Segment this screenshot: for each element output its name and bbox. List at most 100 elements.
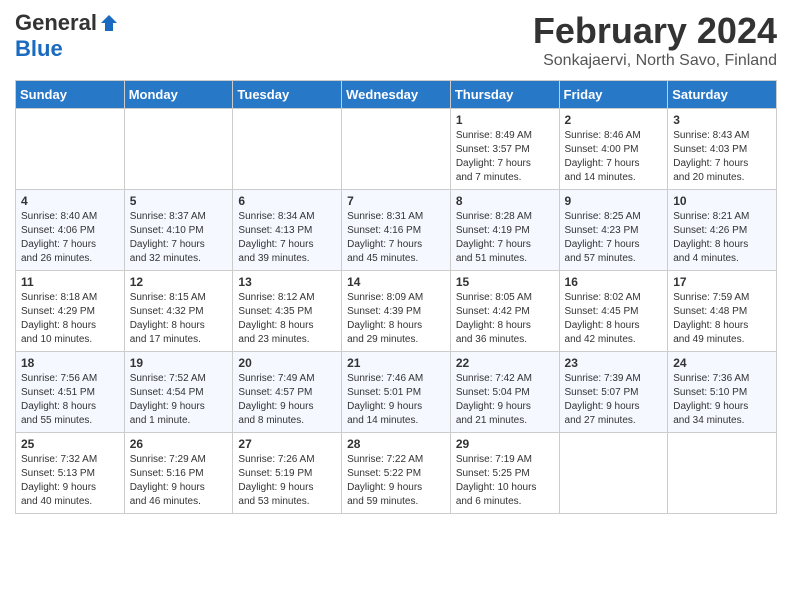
day-cell: 1 Sunrise: 8:49 AM Sunset: 3:57 PM Daylig… [450,109,559,190]
day-info: Sunrise: 8:34 AM Sunset: 4:13 PM Dayligh… [238,210,336,266]
day-info: Sunrise: 7:42 AM Sunset: 5:04 PM Dayligh… [456,372,554,428]
day-info: Sunrise: 8:21 AM Sunset: 4:26 PM Dayligh… [673,210,771,266]
day-cell: 27 Sunrise: 7:26 AM Sunset: 5:19 PM Dayli… [233,433,342,514]
day-number: 9 [565,194,663,208]
day-number: 2 [565,113,663,127]
title-block: February 2024 Sonkajaervi, North Savo, F… [533,10,777,70]
day-number: 10 [673,194,771,208]
day-number: 15 [456,275,554,289]
day-number: 21 [347,356,445,370]
day-cell: 13 Sunrise: 8:12 AM Sunset: 4:35 PM Dayli… [233,271,342,352]
day-info: Sunrise: 7:49 AM Sunset: 4:57 PM Dayligh… [238,372,336,428]
day-cell [559,433,668,514]
day-info: Sunrise: 7:39 AM Sunset: 5:07 PM Dayligh… [565,372,663,428]
header-day-thursday: Thursday [450,81,559,109]
week-row-3: 18 Sunrise: 7:56 AM Sunset: 4:51 PM Dayli… [16,352,777,433]
day-info: Sunrise: 7:26 AM Sunset: 5:19 PM Dayligh… [238,453,336,509]
day-cell [124,109,233,190]
header-row: SundayMondayTuesdayWednesdayThursdayFrid… [16,81,777,109]
header-day-friday: Friday [559,81,668,109]
week-row-0: 1 Sunrise: 8:49 AM Sunset: 3:57 PM Daylig… [16,109,777,190]
day-info: Sunrise: 8:09 AM Sunset: 4:39 PM Dayligh… [347,291,445,347]
day-info: Sunrise: 7:36 AM Sunset: 5:10 PM Dayligh… [673,372,771,428]
day-info: Sunrise: 7:19 AM Sunset: 5:25 PM Dayligh… [456,453,554,509]
day-cell: 14Sunrise: 8:09 AM Sunset: 4:39 PM Dayli… [342,271,451,352]
day-cell: 15 Sunrise: 8:05 AM Sunset: 4:42 PM Dayli… [450,271,559,352]
day-cell: 23 Sunrise: 7:39 AM Sunset: 5:07 PM Dayli… [559,352,668,433]
header-day-sunday: Sunday [16,81,125,109]
day-cell [233,109,342,190]
day-cell: 22 Sunrise: 7:42 AM Sunset: 5:04 PM Dayli… [450,352,559,433]
day-number: 28 [347,437,445,451]
day-number: 16 [565,275,663,289]
day-info: Sunrise: 7:52 AM Sunset: 4:54 PM Dayligh… [130,372,228,428]
day-cell: 18 Sunrise: 7:56 AM Sunset: 4:51 PM Dayli… [16,352,125,433]
day-number: 5 [130,194,228,208]
header-day-wednesday: Wednesday [342,81,451,109]
day-cell: 7 Sunrise: 8:31 AM Sunset: 4:16 PM Daylig… [342,190,451,271]
day-info: Sunrise: 8:25 AM Sunset: 4:23 PM Dayligh… [565,210,663,266]
page: General Blue February 2024 Sonkajaervi, … [0,0,792,524]
day-info: Sunrise: 8:46 AM Sunset: 4:00 PM Dayligh… [565,129,663,185]
day-number: 22 [456,356,554,370]
day-info: Sunrise: 7:32 AM Sunset: 5:13 PM Dayligh… [21,453,119,509]
day-cell: 5 Sunrise: 8:37 AM Sunset: 4:10 PM Daylig… [124,190,233,271]
day-number: 24 [673,356,771,370]
header-day-tuesday: Tuesday [233,81,342,109]
logo: General Blue [15,10,119,62]
day-number: 27 [238,437,336,451]
day-cell: 17 Sunrise: 7:59 AM Sunset: 4:48 PM Dayli… [668,271,777,352]
day-number: 20 [238,356,336,370]
calendar-table: SundayMondayTuesdayWednesdayThursdayFrid… [15,80,777,514]
header: General Blue February 2024 Sonkajaervi, … [15,10,777,70]
day-number: 18 [21,356,119,370]
day-number: 29 [456,437,554,451]
day-number: 17 [673,275,771,289]
logo-blue-text: Blue [15,36,63,61]
week-row-4: 25Sunrise: 7:32 AM Sunset: 5:13 PM Dayli… [16,433,777,514]
day-info: Sunrise: 8:15 AM Sunset: 4:32 PM Dayligh… [130,291,228,347]
day-cell: 20 Sunrise: 7:49 AM Sunset: 4:57 PM Dayli… [233,352,342,433]
day-number: 13 [238,275,336,289]
day-cell: 9 Sunrise: 8:25 AM Sunset: 4:23 PM Daylig… [559,190,668,271]
day-cell: 28 Sunrise: 7:22 AM Sunset: 5:22 PM Dayli… [342,433,451,514]
day-cell: 25Sunrise: 7:32 AM Sunset: 5:13 PM Dayli… [16,433,125,514]
day-info: Sunrise: 8:31 AM Sunset: 4:16 PM Dayligh… [347,210,445,266]
location: Sonkajaervi, North Savo, Finland [533,52,777,70]
day-info: Sunrise: 8:43 AM Sunset: 4:03 PM Dayligh… [673,129,771,185]
day-info: Sunrise: 8:18 AM Sunset: 4:29 PM Dayligh… [21,291,119,347]
day-info: Sunrise: 8:12 AM Sunset: 4:35 PM Dayligh… [238,291,336,347]
day-number: 7 [347,194,445,208]
day-info: Sunrise: 8:37 AM Sunset: 4:10 PM Dayligh… [130,210,228,266]
day-cell: 19 Sunrise: 7:52 AM Sunset: 4:54 PM Dayli… [124,352,233,433]
day-number: 4 [21,194,119,208]
day-info: Sunrise: 8:05 AM Sunset: 4:42 PM Dayligh… [456,291,554,347]
day-cell: 29 Sunrise: 7:19 AM Sunset: 5:25 PM Dayli… [450,433,559,514]
day-number: 26 [130,437,228,451]
day-cell: 8Sunrise: 8:28 AM Sunset: 4:19 PM Daylig… [450,190,559,271]
week-row-2: 11 Sunrise: 8:18 AM Sunset: 4:29 PM Dayli… [16,271,777,352]
logo-icon [99,13,119,33]
day-cell: 11 Sunrise: 8:18 AM Sunset: 4:29 PM Dayli… [16,271,125,352]
day-cell [668,433,777,514]
day-cell: 4 Sunrise: 8:40 AM Sunset: 4:06 PM Daylig… [16,190,125,271]
day-number: 3 [673,113,771,127]
day-number: 12 [130,275,228,289]
day-info: Sunrise: 8:40 AM Sunset: 4:06 PM Dayligh… [21,210,119,266]
day-cell: 3 Sunrise: 8:43 AM Sunset: 4:03 PM Daylig… [668,109,777,190]
day-info: Sunrise: 8:49 AM Sunset: 3:57 PM Dayligh… [456,129,554,185]
day-number: 19 [130,356,228,370]
day-cell: 6Sunrise: 8:34 AM Sunset: 4:13 PM Daylig… [233,190,342,271]
day-number: 11 [21,275,119,289]
day-cell: 10 Sunrise: 8:21 AM Sunset: 4:26 PM Dayli… [668,190,777,271]
day-info: Sunrise: 7:22 AM Sunset: 5:22 PM Dayligh… [347,453,445,509]
day-info: Sunrise: 8:02 AM Sunset: 4:45 PM Dayligh… [565,291,663,347]
day-cell: 21Sunrise: 7:46 AM Sunset: 5:01 PM Dayli… [342,352,451,433]
day-cell: 12 Sunrise: 8:15 AM Sunset: 4:32 PM Dayli… [124,271,233,352]
day-cell: 16 Sunrise: 8:02 AM Sunset: 4:45 PM Dayli… [559,271,668,352]
header-day-monday: Monday [124,81,233,109]
day-number: 1 [456,113,554,127]
day-number: 23 [565,356,663,370]
day-info: Sunrise: 7:59 AM Sunset: 4:48 PM Dayligh… [673,291,771,347]
day-info: Sunrise: 7:56 AM Sunset: 4:51 PM Dayligh… [21,372,119,428]
